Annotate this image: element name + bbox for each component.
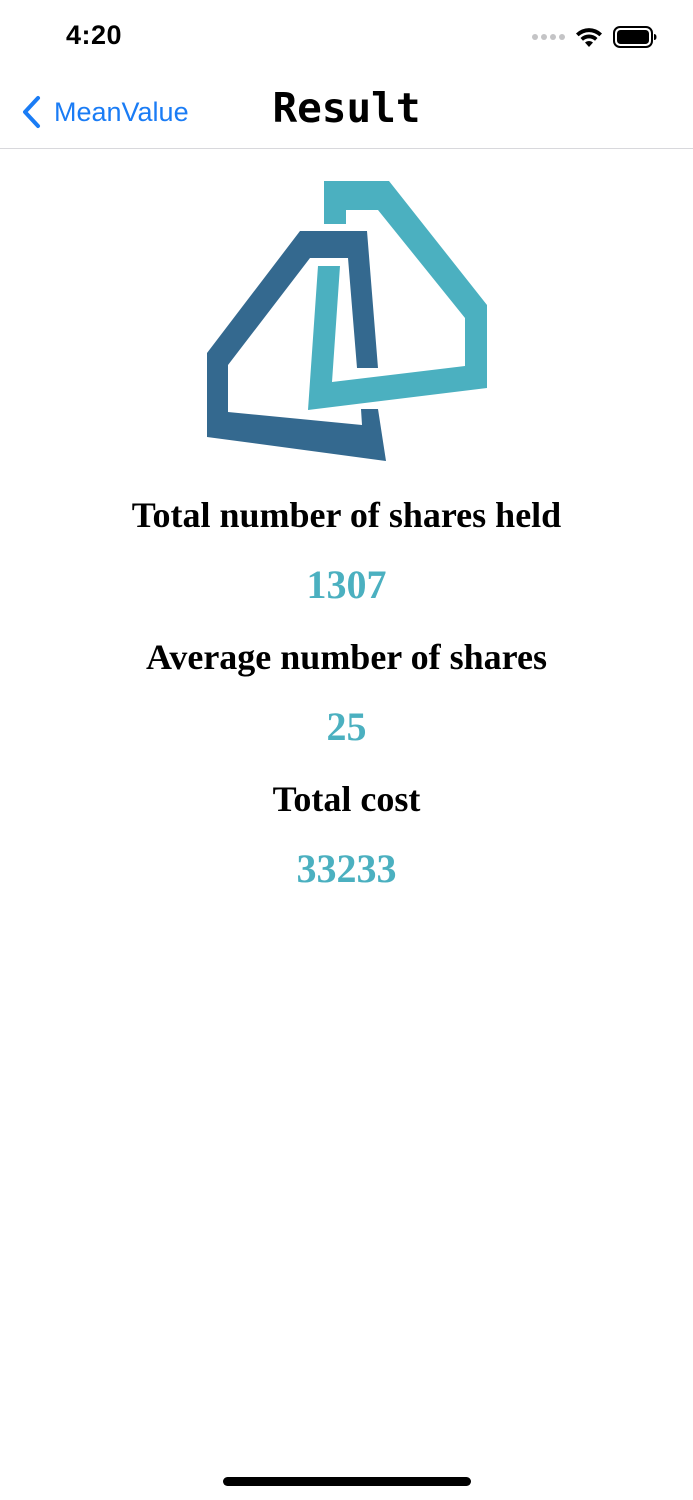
app-logo: [207, 181, 487, 461]
stat-label: Average number of shares: [146, 637, 547, 677]
battery-icon: [613, 26, 657, 48]
cellular-signal-icon: [532, 34, 565, 40]
results-section: Total number of shares held 1307 Average…: [0, 488, 693, 914]
wifi-icon: [576, 28, 602, 47]
navigation-bar: MeanValue Result: [0, 74, 693, 149]
stat-average-shares: Average number of shares 25: [0, 630, 693, 760]
stat-total-shares: Total number of shares held 1307: [0, 488, 693, 618]
stat-value: 1307: [306, 562, 387, 607]
status-icons: [532, 26, 657, 48]
stat-value: 25: [326, 704, 367, 749]
stat-label: Total number of shares held: [131, 495, 562, 535]
page-title: Result: [272, 84, 421, 132]
status-bar: 4:20: [0, 0, 693, 74]
status-time: 4:20: [66, 20, 123, 50]
stat-value: 33233: [296, 846, 397, 891]
stat-total-cost: Total cost 33233: [0, 772, 693, 902]
home-indicator[interactable]: [223, 1477, 471, 1486]
stat-label: Total cost: [272, 779, 421, 819]
